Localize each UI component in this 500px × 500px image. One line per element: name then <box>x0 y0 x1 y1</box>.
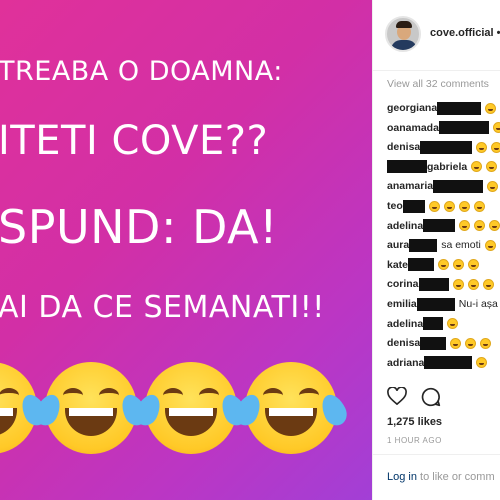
comment-row: gabriela <box>387 159 498 175</box>
post-text-line-3: SPUND: DA! <box>0 200 279 254</box>
post-image: TREABA O DOAMNA: ITETI COVE?? SPUND: DA!… <box>0 0 372 500</box>
tears-of-joy-emoji-icon <box>0 362 51 454</box>
laughing-emoji-icon <box>473 200 485 212</box>
username-link[interactable]: cove.official• <box>430 27 500 39</box>
comment-username[interactable]: adelina <box>387 220 423 232</box>
avatar[interactable] <box>385 16 421 52</box>
laughing-emoji-icon <box>480 337 492 349</box>
view-all-comments-link[interactable]: View all 32 comments <box>387 78 489 90</box>
laughing-emoji-icon <box>487 180 499 192</box>
redacted-block <box>423 317 444 331</box>
tears-of-joy-emoji-icon <box>31 362 151 454</box>
comment-text: sa emoti <box>441 239 481 252</box>
like-count[interactable]: 1,275 likes <box>387 416 442 428</box>
comment-row: georgiana <box>387 100 497 116</box>
comment-row: corina <box>387 276 494 292</box>
laughing-emoji-icon <box>482 278 494 290</box>
redacted-block <box>408 258 435 272</box>
laughing-emoji-icon <box>443 200 455 212</box>
comment-username[interactable]: corina <box>387 278 419 290</box>
comment-username[interactable]: emilia <box>387 298 417 310</box>
tears-of-joy-emoji-icon <box>131 362 251 454</box>
post-text-line-2: ITETI COVE?? <box>0 118 269 164</box>
action-bar <box>387 387 441 407</box>
post-timestamp: 1 HOUR AGO <box>387 436 442 445</box>
laughing-emoji-icon <box>428 200 440 212</box>
laughing-emoji-icon <box>471 161 483 173</box>
laughing-emoji-icon <box>491 141 500 153</box>
comment-username[interactable]: adriana <box>387 357 424 369</box>
redacted-block <box>424 356 473 370</box>
comment-icon[interactable] <box>421 387 441 407</box>
redacted-block <box>418 277 449 291</box>
laughing-emoji-icon <box>458 200 470 212</box>
comment-username[interactable]: teo <box>387 200 403 212</box>
laughing-emoji-icon <box>489 220 500 232</box>
comment-username[interactable]: gabriela <box>427 161 467 173</box>
username-text[interactable]: cove.official <box>430 27 494 39</box>
comment-username[interactable]: denisa <box>387 141 420 153</box>
comment-username[interactable]: anamaria <box>387 180 433 192</box>
comment-row: anamaria <box>387 178 499 194</box>
comment-username[interactable]: kate <box>387 259 408 271</box>
redacted-block <box>437 101 482 115</box>
redacted-block <box>402 199 425 213</box>
comment-username[interactable]: oanamada <box>387 122 439 134</box>
comment-text: Nu-i așa <box>458 298 498 310</box>
redacted-block <box>438 121 489 135</box>
comment-row: denisa <box>387 335 492 351</box>
post-text-line-1: TREABA O DOAMNA: <box>0 56 283 87</box>
comment-row: oanamada <box>387 120 500 136</box>
laughing-emoji-icon <box>476 357 488 369</box>
redacted-block <box>416 297 455 311</box>
comment-row: denisa <box>387 139 500 155</box>
heart-icon[interactable] <box>387 387 407 405</box>
comment-username[interactable]: adelina <box>387 318 423 330</box>
laughing-emoji-icon <box>438 259 450 271</box>
laughing-emoji-icon <box>467 278 479 290</box>
laughing-emoji-icon <box>447 318 459 330</box>
laughing-emoji-icon <box>484 239 496 251</box>
tears-of-joy-emoji-icon <box>231 362 351 454</box>
comment-row: kate <box>387 257 480 273</box>
login-prompt-text: to like or comm <box>416 471 495 483</box>
divider <box>373 454 500 455</box>
redacted-block <box>409 238 438 252</box>
separator-dot: • <box>497 27 500 39</box>
laughing-emoji-icon <box>468 259 480 271</box>
login-link[interactable]: Log in <box>387 471 417 483</box>
comment-row: emilia Nu-i așa <box>387 296 498 312</box>
emoji-row <box>0 362 351 454</box>
laughing-emoji-icon <box>465 337 477 349</box>
comment-row: aura sa emoti <box>387 237 496 253</box>
redacted-block <box>420 336 447 350</box>
comment-row: adelina <box>387 218 500 234</box>
login-prompt: Log in to like or comm <box>387 471 495 483</box>
laughing-emoji-icon <box>485 102 497 114</box>
post-sidebar: cove.official• View all 32 comments geor… <box>372 0 500 500</box>
post-text-line-4: AI DA CE SEMANATI!! <box>0 290 325 325</box>
laughing-emoji-icon <box>474 220 486 232</box>
redacted-block <box>423 219 456 233</box>
comment-row: adelina <box>387 316 459 332</box>
laughing-emoji-icon <box>492 122 500 134</box>
redacted-block <box>387 160 427 174</box>
laughing-emoji-icon <box>452 278 464 290</box>
laughing-emoji-icon <box>453 259 465 271</box>
comment-username[interactable]: georgiana <box>387 102 437 114</box>
laughing-emoji-icon <box>476 141 488 153</box>
laughing-emoji-icon <box>486 161 498 173</box>
post-header: cove.official• <box>373 0 500 71</box>
redacted-block <box>433 179 484 193</box>
comment-username[interactable]: aura <box>387 239 409 251</box>
redacted-block <box>420 140 473 154</box>
laughing-emoji-icon <box>450 337 462 349</box>
comment-row: teo <box>387 198 485 214</box>
comment-username[interactable]: denisa <box>387 337 420 349</box>
comment-row: adriana <box>387 355 488 371</box>
laughing-emoji-icon <box>459 220 471 232</box>
